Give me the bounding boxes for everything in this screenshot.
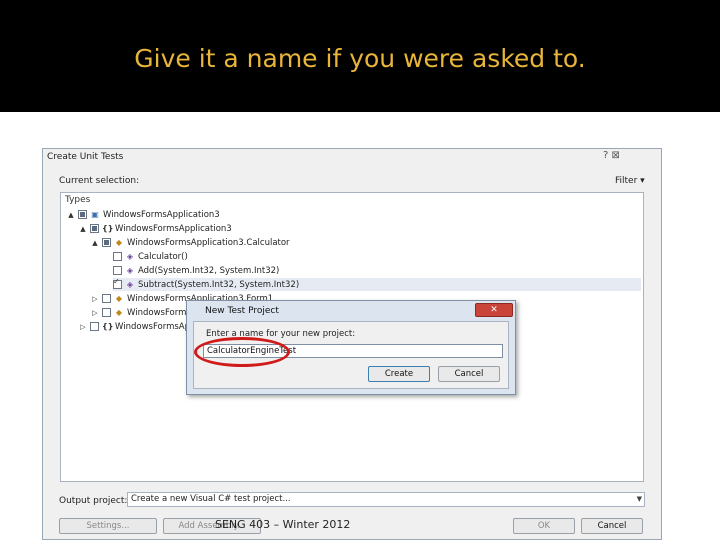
- tree-item-label: WindowsFormsApplication3.Calculator: [127, 237, 290, 248]
- class-icon: ◆: [115, 294, 123, 303]
- types-header: Types: [65, 195, 91, 205]
- collapse-icon[interactable]: ▲: [79, 225, 87, 233]
- output-project-label: Output project:: [59, 496, 128, 506]
- tree-checkbox[interactable]: [113, 266, 122, 275]
- method-icon: ◈: [126, 266, 134, 275]
- cancel-button[interactable]: Cancel: [581, 518, 643, 534]
- method-icon: ◈: [126, 252, 134, 261]
- tree-checkbox[interactable]: [90, 224, 99, 233]
- tree-item-label: Add(System.Int32, System.Int32): [138, 265, 280, 276]
- tree-checkbox[interactable]: [102, 308, 111, 317]
- tree-item[interactable]: ▲ {} WindowsFormsApplication3: [79, 222, 232, 235]
- settings-button[interactable]: Settings...: [59, 518, 157, 534]
- tree-checkbox[interactable]: [102, 238, 111, 247]
- filter-dropdown[interactable]: Filter ▾: [615, 176, 645, 186]
- tree-checkbox[interactable]: [102, 294, 111, 303]
- collapse-icon[interactable]: ▲: [91, 239, 99, 247]
- close-button[interactable]: ✕: [475, 303, 513, 317]
- cancel-new-project-button[interactable]: Cancel: [438, 366, 500, 382]
- tree-item-label: WindowsFormsApplication3: [115, 223, 232, 234]
- tree-item[interactable]: ▲ ▣ WindowsFormsApplication3: [67, 208, 220, 221]
- tree-item-label: Subtract(System.Int32, System.Int32): [138, 279, 300, 290]
- slide-title: Give it a name if you were asked to.: [134, 44, 586, 73]
- highlight-circle: [194, 337, 290, 367]
- namespace-icon: {}: [102, 322, 114, 331]
- tree-item-selected[interactable]: ◈ Subtract(System.Int32, System.Int32): [113, 277, 641, 291]
- current-selection-label: Current selection:: [59, 176, 140, 186]
- title-banner: Give it a name if you were asked to.: [0, 0, 720, 112]
- output-project-value: Create a new Visual C# test project...: [131, 494, 291, 504]
- tree-checkbox[interactable]: [90, 322, 99, 331]
- expand-icon[interactable]: ▷: [91, 309, 99, 317]
- tree-item-label: WindowsFormsApplication3: [103, 209, 220, 220]
- expand-icon[interactable]: ▷: [91, 295, 99, 303]
- expand-icon[interactable]: ▷: [79, 323, 87, 331]
- class-icon: ◆: [115, 308, 123, 317]
- namespace-icon: {}: [102, 224, 114, 233]
- collapse-icon[interactable]: ▲: [67, 211, 75, 219]
- tree-item-label: Calculator(): [138, 251, 188, 262]
- slide-footer: SENG 403 – Winter 2012: [215, 518, 351, 531]
- tree-item[interactable]: ◈ Calculator(): [113, 250, 188, 263]
- method-icon: ◈: [126, 280, 134, 289]
- output-project-select[interactable]: Create a new Visual C# test project... ▼: [127, 492, 645, 507]
- help-close-icons[interactable]: ? ⊠: [603, 150, 620, 161]
- project-icon: ▣: [91, 210, 99, 219]
- tree-checkbox[interactable]: [78, 210, 87, 219]
- chevron-down-icon: ▼: [636, 495, 642, 503]
- new-test-dialog-title: New Test Project: [205, 306, 279, 316]
- tree-checkbox[interactable]: [113, 252, 122, 261]
- dialog-title: Create Unit Tests: [47, 152, 124, 162]
- create-button[interactable]: Create: [368, 366, 430, 382]
- tree-checkbox-checked[interactable]: [113, 277, 122, 289]
- tree-item[interactable]: ▲ ◆ WindowsFormsApplication3.Calculator: [91, 236, 290, 249]
- tree-item[interactable]: ◈ Add(System.Int32, System.Int32): [113, 264, 279, 277]
- ok-button[interactable]: OK: [513, 518, 575, 534]
- class-icon: ◆: [115, 238, 123, 247]
